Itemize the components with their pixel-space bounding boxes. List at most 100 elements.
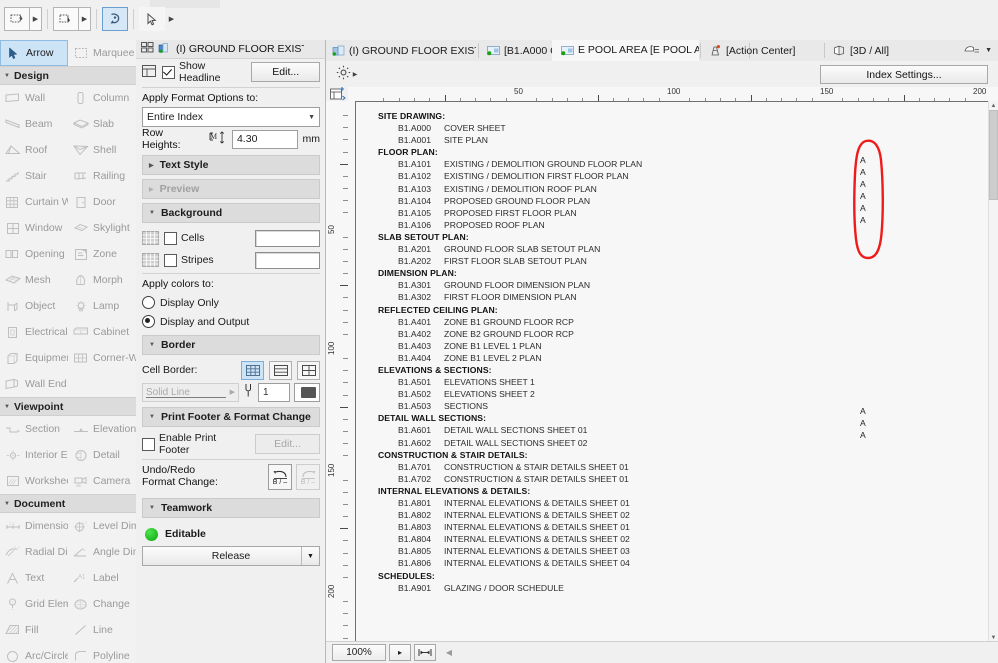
tool-radial-dimension[interactable]: 1,2 Radial Dim	[0, 539, 68, 565]
index-row[interactable]: B1.A001 SITE PLAN	[378, 134, 898, 146]
tool-wall-end[interactable]: Wall End	[0, 371, 68, 397]
tool-lamp[interactable]: Lamp	[68, 293, 136, 319]
index-row[interactable]: B1.A801 INTERNAL ELEVATIONS & DETAILS SHE…	[378, 497, 898, 509]
index-row[interactable]: B1.A202 FIRST FLOOR SLAB SETOUT PLAN	[378, 255, 898, 267]
apply-format-scope-select[interactable]: Entire Index ▼	[142, 107, 320, 127]
index-canvas[interactable]: SITE DRAWING: B1.A000 COVER SHEET B1.A001 SI…	[348, 101, 998, 642]
tool-railing[interactable]: Railing	[68, 163, 136, 189]
stripes-color-field[interactable]	[255, 251, 320, 269]
border-outline-button[interactable]	[297, 360, 320, 380]
index-row[interactable]: B1.A601 DETAIL WALL SECTIONS SHEET 01	[378, 424, 898, 436]
zoom-flyout-button[interactable]: ▸	[389, 644, 411, 661]
index-row[interactable]: B1.A401 ZONE B1 GROUND FLOOR RCP	[378, 316, 898, 328]
index-row[interactable]: B1.A806 INTERNAL ELEVATIONS & DETAILS SHE…	[378, 557, 898, 569]
index-row[interactable]: B1.A503 SECTIONS	[378, 400, 898, 412]
undo-format-change-button[interactable]: B / –	[268, 464, 292, 490]
index-row[interactable]: B1.A101 EXISTING / DEMOLITION GROUND FLOO…	[378, 158, 898, 170]
tool-equipment[interactable]: Equipmen	[0, 345, 68, 371]
fit-in-window-button[interactable]	[414, 644, 436, 661]
tool-polyline[interactable]: Polyline	[68, 643, 136, 663]
tool-skylight[interactable]: Skylight	[68, 215, 136, 241]
tool-column[interactable]: Column	[68, 85, 136, 111]
tool-beam[interactable]: Beam	[0, 111, 68, 137]
index-row[interactable]: B1.A302 FIRST FLOOR DIMENSION PLAN	[378, 291, 898, 303]
panel-view-icon[interactable]	[158, 42, 172, 57]
index-row[interactable]: B1.A000 COVER SHEET	[378, 122, 898, 134]
index-row[interactable]: B1.A802 INTERNAL ELEVATIONS & DETAILS SHE…	[378, 509, 898, 521]
index-row[interactable]: B1.A404 ZONE B1 LEVEL 2 PLAN	[378, 352, 898, 364]
tool-curtain-wall[interactable]: Curtain W	[0, 189, 68, 215]
section-text-style[interactable]: ▶ Text Style	[142, 155, 320, 175]
release-button[interactable]: Release ▼	[142, 546, 320, 566]
tool-detail[interactable]: Detail	[68, 442, 136, 468]
view-mode-icon[interactable]	[964, 43, 981, 58]
cells-checkbox[interactable]: Cells	[164, 231, 204, 245]
chevron-right-icon[interactable]: ▶	[353, 71, 358, 78]
toolbox-group-document[interactable]: ▼ Document	[0, 494, 136, 513]
marquee-area-tool-button[interactable]	[4, 7, 30, 31]
tool-dimension[interactable]: 1,2 Dimension	[0, 513, 68, 539]
tab-action-center[interactable]: [Action Center]	[703, 40, 823, 61]
zoom-level-display[interactable]: 100%	[332, 644, 386, 661]
show-headline-checkbox[interactable]: Show Headline	[162, 60, 245, 84]
cells-color-field[interactable]	[255, 229, 320, 247]
tool-morph[interactable]: Morph	[68, 267, 136, 293]
radio-display-only[interactable]: Display Only	[142, 293, 320, 312]
tool-door[interactable]: Door	[68, 189, 136, 215]
index-row[interactable]: B1.A105 PROPOSED FIRST FLOOR PLAN	[378, 207, 898, 219]
index-row[interactable]: B1.A701 CONSTRUCTION & STAIR DETAILS SHEE…	[378, 461, 898, 473]
index-row[interactable]: B1.A201 GROUND FLOOR SLAB SETOUT PLAN	[378, 243, 898, 255]
tab-3d-all[interactable]: [3D / All]	[827, 40, 957, 61]
index-row[interactable]: B1.A106 PROPOSED ROOF PLAN	[378, 219, 898, 231]
index-row[interactable]: B1.A301 GROUND FLOOR DIMENSION PLAN	[378, 279, 898, 291]
gear-icon[interactable]	[335, 64, 352, 84]
marquee-flyout-arrow[interactable]: ▶	[30, 7, 42, 31]
tool-marquee[interactable]: Marquee	[68, 40, 136, 66]
index-row[interactable]: B1.A804 INTERNAL ELEVATIONS & DETAILS SHE…	[378, 533, 898, 545]
index-row[interactable]: B1.A805 INTERNAL ELEVATIONS & DETAILS SHE…	[378, 545, 898, 557]
tool-angle-dimension[interactable]: α Angle Dim	[68, 539, 136, 565]
tool-section[interactable]: Section	[0, 416, 68, 442]
border-horizontal-button[interactable]	[269, 360, 292, 380]
tool-slab[interactable]: Slab	[68, 111, 136, 137]
tool-interior-elevation[interactable]: Interior Elе	[0, 442, 68, 468]
select-area-tool-button[interactable]	[53, 7, 79, 31]
section-border[interactable]: ▼ Border	[142, 335, 320, 355]
stripes-checkbox[interactable]: Stripes	[164, 253, 214, 267]
tool-stair[interactable]: Stair	[0, 163, 68, 189]
tool-corner-window[interactable]: Corner-Wi	[68, 345, 136, 371]
radio-display-and-output[interactable]: Display and Output	[142, 312, 320, 331]
tab-e-pool-area[interactable]: E POOL AREA [E POOL AR... ✕	[555, 40, 699, 61]
chevron-down-icon[interactable]: ▼	[301, 547, 319, 565]
border-all-grid-button[interactable]	[241, 360, 264, 380]
index-row[interactable]: B1.A803 INTERNAL ELEVATIONS & DETAILS SHE…	[378, 521, 898, 533]
tool-arrow[interactable]: Arrow	[0, 40, 68, 66]
index-row[interactable]: B1.A403 ZONE B1 LEVEL 1 PLAN	[378, 340, 898, 352]
tool-worksheet[interactable]: Workshee	[0, 468, 68, 494]
tool-cabinet[interactable]: Cabinet	[68, 319, 136, 345]
section-print-footer[interactable]: ▼ Print Footer & Format Change	[142, 407, 320, 427]
row-height-input[interactable]: 4.30	[231, 129, 298, 149]
scrollbar-thumb[interactable]	[989, 110, 998, 200]
arrow-tool-button[interactable]	[139, 7, 165, 31]
tool-text[interactable]: Text	[0, 565, 68, 591]
section-preview[interactable]: ▶ Preview	[142, 179, 320, 199]
chevron-down-icon[interactable]: ▼	[985, 47, 992, 54]
tool-shell[interactable]: Shell	[68, 137, 136, 163]
tool-window[interactable]: Window	[0, 215, 68, 241]
tool-fill[interactable]: Fill	[0, 617, 68, 643]
tool-arc-circle[interactable]: Arc/Circle	[0, 643, 68, 663]
index-row[interactable]: B1.A501 ELEVATIONS SHEET 1	[378, 376, 898, 388]
tool-label[interactable]: A1 Label	[68, 565, 136, 591]
previous-zoom-button[interactable]: ◀	[439, 645, 459, 660]
headline-edit-button[interactable]: Edit...	[251, 62, 320, 82]
section-background[interactable]: ▼ Background	[142, 203, 320, 223]
line-type-select[interactable]: Solid Line ▶	[142, 382, 239, 402]
index-settings-gear-group[interactable]: ▶	[332, 64, 360, 84]
scroll-up-arrow-icon[interactable]: ▲	[989, 101, 998, 110]
index-row[interactable]: B1.A602 DETAIL WALL SECTIONS SHEET 02	[378, 437, 898, 449]
panel-grid-icon[interactable]	[141, 42, 154, 56]
canvas-vertical-scrollbar[interactable]: ▲ ▼	[988, 101, 998, 642]
tool-change[interactable]: Change	[68, 591, 136, 617]
pet-palette-tool-button[interactable]	[102, 7, 128, 31]
